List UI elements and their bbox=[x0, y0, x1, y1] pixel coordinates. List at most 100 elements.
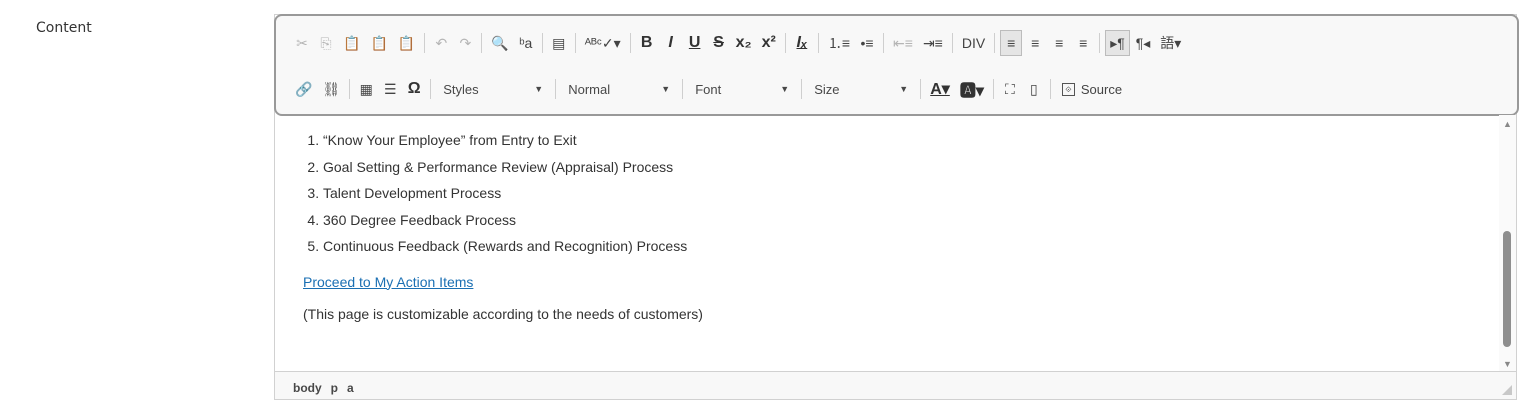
cut-icon: ✂ bbox=[296, 34, 308, 51]
align-center-button[interactable]: ≡ bbox=[1024, 30, 1046, 56]
special-char-button[interactable]: Ω bbox=[403, 76, 425, 102]
toolbar-separator bbox=[430, 79, 432, 99]
element-path-bar: body p a bbox=[275, 371, 1516, 399]
toolbar-separator bbox=[1099, 33, 1101, 53]
table-icon: ▦ bbox=[359, 80, 373, 97]
redo-button[interactable]: ↷ bbox=[454, 30, 476, 56]
undo-icon: ↶ bbox=[435, 34, 448, 51]
toolbar-separator bbox=[541, 33, 543, 53]
indent-icon: ⇥≡ bbox=[922, 34, 943, 51]
scroll-down-icon[interactable]: ▼ bbox=[1499, 357, 1516, 371]
select-all-icon: ▤ bbox=[552, 34, 566, 51]
scroll-thumb[interactable] bbox=[1503, 231, 1511, 347]
text-color-button[interactable]: A▾ bbox=[926, 76, 954, 102]
resize-handle-icon[interactable] bbox=[1502, 385, 1512, 395]
toolbar-separator bbox=[574, 33, 576, 53]
bulleted-list-button[interactable]: •≡ bbox=[856, 30, 878, 56]
source-label: Source bbox=[1080, 81, 1123, 97]
undo-button[interactable]: ↶ bbox=[430, 30, 452, 56]
source-button[interactable]: ⟐ Source bbox=[1056, 76, 1128, 102]
redo-icon: ↷ bbox=[459, 34, 472, 51]
link-button[interactable]: 🔗 bbox=[291, 76, 316, 102]
paste-word-button[interactable]: 📋 bbox=[394, 30, 419, 56]
list-item: Goal Setting & Performance Review (Appra… bbox=[323, 154, 1499, 181]
select-all-button[interactable]: ▤ bbox=[548, 30, 570, 56]
maximize-icon: ⛶ bbox=[1004, 80, 1015, 97]
align-left-icon: ≡ bbox=[1007, 35, 1016, 51]
action-items-link[interactable]: Proceed to My Action Items bbox=[303, 274, 473, 290]
spellcheck-icon: ᴬᴮᶜ✓▾ bbox=[584, 34, 621, 51]
align-right-button[interactable]: ≡ bbox=[1048, 30, 1070, 56]
toolbar-row-2: 🔗 ⛓ ▦ ☰ Ω Styles ▼ Normal ▼ Font ▼ Size ▼ A▾ 🅰▾ ⛶ ▯… bbox=[290, 75, 1129, 103]
superscript-button[interactable]: x² bbox=[758, 30, 780, 56]
toolbar-separator bbox=[951, 33, 953, 53]
replace-button[interactable]: ᵇa bbox=[515, 30, 537, 56]
field-label: Content bbox=[36, 20, 92, 36]
bold-button[interactable]: B bbox=[636, 30, 658, 56]
language-icon: 語▾ bbox=[1160, 35, 1182, 51]
paste-text-icon: 📋 bbox=[370, 34, 388, 51]
copy-button[interactable]: ⎘ bbox=[315, 30, 337, 56]
replace-icon: ᵇa bbox=[519, 35, 533, 51]
bg-color-icon: 🅰▾ bbox=[959, 83, 984, 100]
size-combo[interactable]: Size ▼ bbox=[806, 77, 916, 101]
styles-combo[interactable]: Styles ▼ bbox=[435, 77, 551, 101]
spellcheck-button[interactable]: ᴬᴮᶜ✓▾ bbox=[581, 30, 625, 56]
paste-icon: 📋 bbox=[343, 34, 361, 51]
paste-text-button[interactable]: 📋 bbox=[366, 30, 391, 56]
text-color-icon: A▾ bbox=[930, 81, 950, 98]
indent-button[interactable]: ⇥≡ bbox=[919, 30, 947, 56]
show-blocks-button[interactable]: ▯ bbox=[1023, 76, 1045, 102]
outdent-button[interactable]: ⇤≡ bbox=[889, 30, 917, 56]
element-path-item[interactable]: body bbox=[293, 381, 322, 395]
font-combo-label: Font bbox=[695, 81, 722, 97]
strike-button[interactable]: S bbox=[708, 30, 730, 56]
maximize-button[interactable]: ⛶ bbox=[999, 76, 1021, 102]
font-combo[interactable]: Font ▼ bbox=[687, 77, 797, 101]
numbered-list-button[interactable]: ⒈≡ bbox=[824, 30, 854, 56]
rich-text-editor: ✂ ⎘ 📋 📋 📋 ↶ ↷ 🔍 ᵇa ▤ ᴬᴮᶜ✓▾ B I U Sx₂ x² Iₓ ⒈≡ •≡ ⇤≡ ⇥≡ DIV ≡ ≡ ≡… bbox=[274, 14, 1519, 400]
numbered-list: “Know Your Employee” from Entry to ExitG… bbox=[275, 127, 1499, 260]
bulleted-list-icon: •≡ bbox=[860, 35, 874, 51]
editor-content[interactable]: “Know Your Employee” from Entry to ExitG… bbox=[275, 115, 1499, 373]
language-button[interactable]: 語▾ bbox=[1156, 30, 1185, 56]
format-combo[interactable]: Normal ▼ bbox=[560, 77, 678, 101]
paste-button[interactable]: 📋 bbox=[339, 30, 364, 56]
note-paragraph: (This page is customizable according to … bbox=[303, 305, 703, 322]
horizontal-rule-button[interactable]: ☰ bbox=[379, 76, 401, 102]
toolbar-separator bbox=[784, 33, 786, 53]
chevron-down-icon: ▼ bbox=[899, 84, 909, 94]
element-path-item[interactable]: a bbox=[347, 381, 354, 395]
bg-color-button[interactable]: 🅰▾ bbox=[956, 76, 988, 102]
div-button[interactable]: DIV bbox=[958, 30, 989, 56]
underline-button[interactable]: U bbox=[684, 30, 706, 56]
toolbar-separator bbox=[992, 79, 994, 99]
justify-button[interactable]: ≡ bbox=[1072, 30, 1094, 56]
styles-combo-label: Styles bbox=[443, 81, 479, 97]
italic-icon: I bbox=[668, 34, 673, 51]
superscript-icon: x² bbox=[761, 34, 776, 51]
toolbar-separator bbox=[629, 33, 631, 53]
italic-button[interactable]: I bbox=[660, 30, 682, 56]
content-scrollbar[interactable]: ▲ ▼ bbox=[1499, 115, 1516, 373]
element-path-item[interactable]: p bbox=[331, 381, 338, 395]
table-button[interactable]: ▦ bbox=[355, 76, 377, 102]
align-left-button[interactable]: ≡ bbox=[1000, 30, 1023, 56]
special-char-icon: Ω bbox=[407, 80, 421, 97]
remove-format-button[interactable]: Iₓ bbox=[791, 30, 813, 56]
cut-button[interactable]: ✂ bbox=[291, 30, 313, 56]
rtl-button[interactable]: ¶◂ bbox=[1132, 30, 1155, 56]
find-button[interactable]: 🔍 bbox=[487, 30, 512, 56]
paste-word-icon: 📋 bbox=[397, 34, 416, 51]
align-center-icon: ≡ bbox=[1031, 35, 1040, 51]
unlink-button[interactable]: ⛓ bbox=[318, 76, 344, 102]
find-icon: 🔍 bbox=[491, 34, 509, 51]
align-right-icon: ≡ bbox=[1055, 35, 1064, 51]
bold-icon: B bbox=[640, 34, 653, 51]
ltr-button[interactable]: ▸¶ bbox=[1105, 30, 1130, 56]
toolbar-row-1: ✂ ⎘ 📋 📋 📋 ↶ ↷ 🔍 ᵇa ▤ ᴬᴮᶜ✓▾ B I U Sx₂ x² Iₓ ⒈≡ •≡ ⇤≡ ⇥≡ DIV ≡ ≡ ≡… bbox=[290, 29, 1186, 57]
unlink-icon: ⛓ bbox=[322, 80, 341, 97]
toolbar-separator bbox=[801, 79, 803, 99]
scroll-up-icon[interactable]: ▲ bbox=[1499, 117, 1516, 131]
subscript-button[interactable]: x₂ bbox=[732, 30, 756, 56]
